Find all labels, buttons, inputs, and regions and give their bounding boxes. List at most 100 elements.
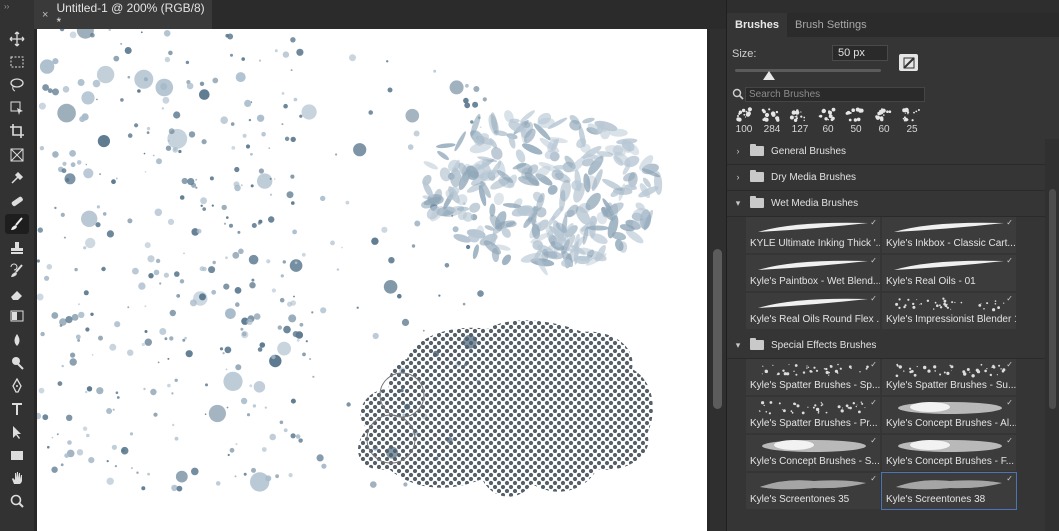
blur-tool[interactable] (5, 330, 29, 350)
brush-preset[interactable]: ✓ Kyle's Screentones 35 (746, 473, 880, 509)
brush-preset[interactable]: ✓ Kyle's Inkbox - Classic Cart... (882, 217, 1016, 253)
brush-group[interactable]: › General Brushes (727, 139, 1045, 163)
canvas-scroll-thumb[interactable] (713, 249, 722, 409)
healing-tool[interactable] (5, 191, 29, 211)
brush-preset[interactable]: ✓ Kyle's Spatter Brushes - Sp... (746, 359, 880, 395)
chevron-down-icon[interactable]: ▾ (731, 340, 745, 351)
size-slider-thumb[interactable] (762, 71, 775, 80)
move-tool[interactable] (5, 29, 29, 49)
wet-paint-dab (551, 206, 564, 221)
paint-spatter-dot (38, 387, 45, 394)
brush-preset[interactable]: ✓ Kyle's Spatter Brushes - Su... (882, 359, 1016, 395)
paint-spatter-dot (39, 146, 45, 151)
paint-spatter-dot (271, 288, 276, 293)
paint-spatter-dot (240, 397, 248, 405)
panel-grip-icon[interactable]: ›› (4, 2, 9, 11)
paint-spatter-dot (85, 237, 96, 249)
chevron-down-icon[interactable]: ▾ (731, 198, 745, 209)
brush-preset[interactable]: ✓ Kyle's Screentones 38 (881, 472, 1017, 510)
document-tab[interactable]: × Untitled-1 @ 200% (RGB/8) * (34, 0, 212, 29)
size-input[interactable]: 50 px (832, 45, 888, 61)
brush-preset[interactable]: ✓ Kyle's Concept Brushes - F... (882, 435, 1016, 471)
recent-brush-preset[interactable]: 100 (730, 106, 758, 136)
paint-spatter-dot (200, 197, 208, 205)
eyedropper-tool[interactable] (5, 168, 29, 188)
brush-preset-label: Kyle's Spatter Brushes - Sp... (750, 380, 880, 391)
paint-spatter-dot (56, 433, 59, 436)
paint-spatter-dot (138, 282, 146, 290)
brush-preset[interactable]: ✓ Kyle's Spatter Brushes - Pr... (746, 397, 880, 433)
canvas-area (34, 29, 710, 531)
history-brush-tool[interactable] (5, 261, 29, 281)
paint-spatter-dot (296, 48, 304, 56)
recent-brush-preset[interactable]: 127 (786, 106, 814, 136)
paint-spatter-dot (234, 287, 242, 294)
brush-tip-preview (736, 107, 752, 122)
paint-spatter-dot (290, 69, 293, 72)
brush-preset[interactable]: ✓ Kyle's Concept Brushes - S... (746, 435, 880, 471)
gradient-tool[interactable] (5, 306, 29, 326)
paint-spatter-dot (144, 171, 147, 173)
paint-spatter-dot (162, 96, 170, 104)
marquee-tool[interactable] (5, 52, 29, 72)
brush-preset[interactable]: ✓ KYLE Ultimate Inking Thick '... (746, 217, 880, 253)
paint-spatter-dot (143, 152, 146, 155)
path-select-tool[interactable] (5, 422, 29, 442)
paint-spatter-dot (120, 98, 124, 102)
paint-spatter-dot (288, 473, 293, 478)
brush-preset[interactable]: ✓ Kyle's Real Oils - 01 (882, 255, 1016, 291)
document-canvas[interactable] (37, 29, 707, 531)
pen-tool[interactable] (5, 376, 29, 396)
recent-brush-preset[interactable]: 60 (870, 106, 898, 136)
brush-preset[interactable]: ✓ Kyle's Concept Brushes - Al... (882, 397, 1016, 433)
crop-tool[interactable] (5, 121, 29, 141)
dodge-tool[interactable] (5, 353, 29, 373)
close-tab-icon[interactable]: × (42, 9, 48, 21)
object-select-tool[interactable] (5, 98, 29, 118)
paint-spatter-dot (37, 259, 40, 263)
paint-spatter-dot (264, 406, 267, 409)
chevron-right-icon[interactable]: › (731, 146, 745, 156)
brush-tool[interactable] (5, 214, 29, 234)
paint-spatter-dot (261, 447, 267, 452)
brush-list-scroll-thumb[interactable] (1049, 189, 1056, 409)
recent-brush-preset[interactable]: 284 (758, 106, 786, 136)
recent-brush-preset[interactable]: 50 (842, 106, 870, 136)
recent-brush-preset[interactable]: 25 (898, 106, 926, 136)
chevron-right-icon[interactable]: › (731, 172, 745, 182)
paint-spatter-dot (356, 306, 359, 309)
recent-brush-preset[interactable]: 60 (814, 106, 842, 136)
brush-group[interactable]: ▾ Wet Media Brushes (727, 191, 1045, 215)
rectangle-tool[interactable] (5, 445, 29, 465)
frame-tool[interactable] (5, 145, 29, 165)
new-brush-button[interactable] (899, 54, 918, 71)
eraser-tool[interactable] (5, 284, 29, 304)
zoom-tool[interactable] (5, 491, 29, 511)
hand-tool[interactable] (5, 468, 29, 488)
size-slider[interactable] (735, 69, 881, 72)
crop-icon (10, 124, 24, 138)
type-tool[interactable] (5, 399, 29, 419)
paint-spatter-dot (464, 102, 471, 109)
search-brushes-input[interactable]: Search Brushes (745, 87, 925, 102)
brush-type-icon: ✓ (870, 436, 877, 445)
brush-list-scrollbar[interactable] (1045, 139, 1059, 531)
canvas-scrollbar[interactable] (710, 29, 726, 531)
paint-spatter-dot (188, 131, 196, 138)
paint-spatter-dot (127, 218, 133, 224)
brush-group[interactable]: ▾ Special Effects Brushes (727, 333, 1045, 357)
paint-spatter-dot (290, 433, 296, 439)
tab-brushes[interactable]: Brushes (727, 13, 788, 37)
brush-preset[interactable]: ✓ Kyle's Impressionist Blender 1 (882, 293, 1016, 329)
paint-spatter-dot (201, 139, 207, 145)
brush-preset[interactable]: ✓ Kyle's Real Oils Round Flex ... (746, 293, 880, 329)
brush-tip-preview (789, 109, 806, 122)
paint-spatter-dot (103, 139, 106, 142)
brush-preset[interactable]: ✓ Kyle's Paintbox - Wet Blend... (746, 255, 880, 291)
stamp-tool[interactable] (5, 238, 29, 258)
brush-group[interactable]: › Dry Media Brushes (727, 165, 1045, 189)
paint-spatter-dot (79, 116, 86, 123)
lasso-tool[interactable] (5, 75, 29, 95)
paint-spatter-dot (136, 471, 139, 474)
tab-brush-settings[interactable]: Brush Settings (787, 13, 875, 37)
